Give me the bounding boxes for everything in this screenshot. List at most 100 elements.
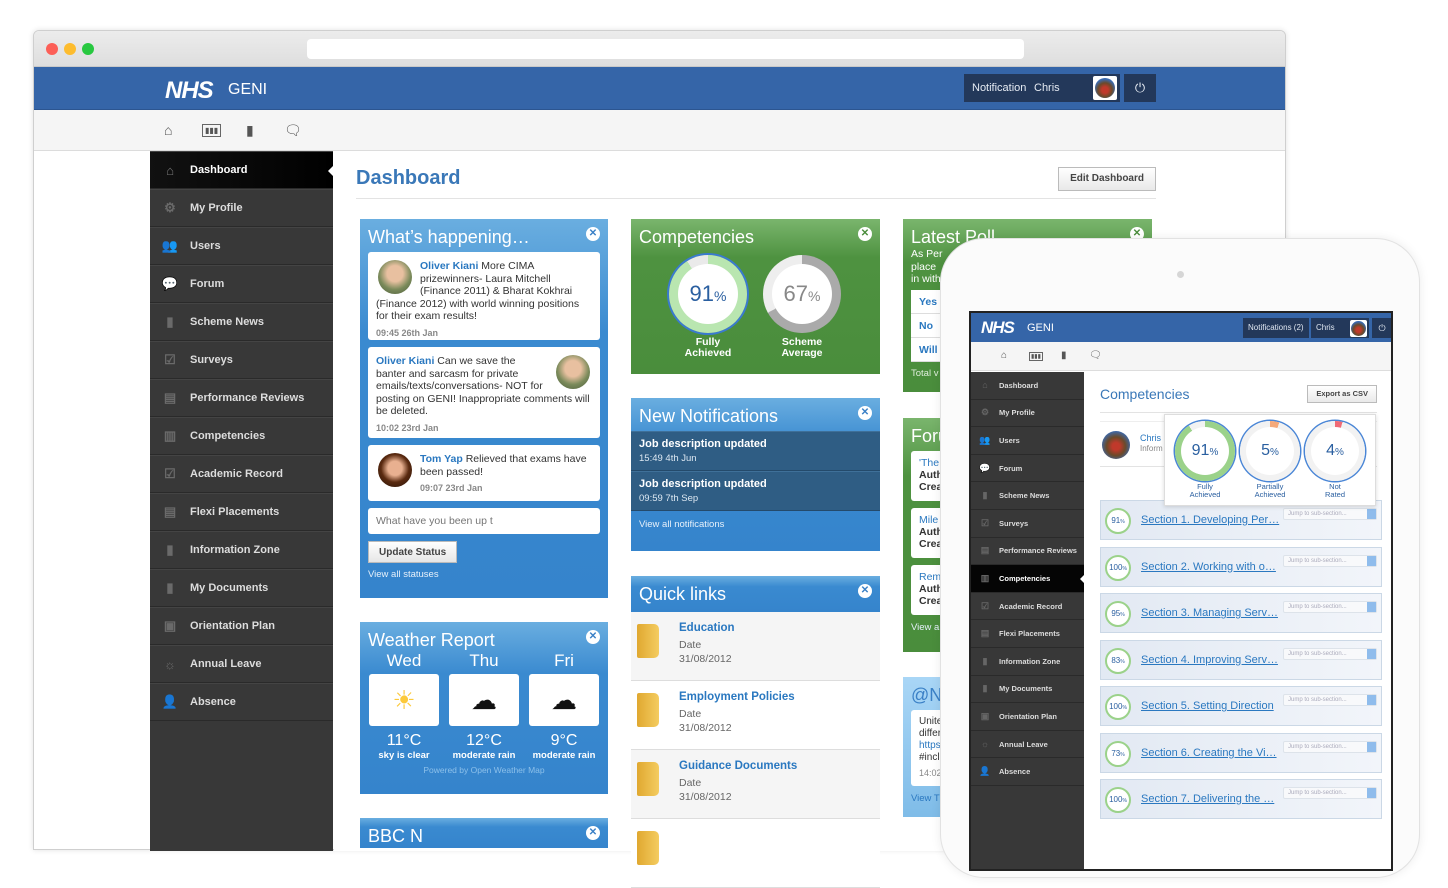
jump-to-subsection-select[interactable]: Jump to sub-section... [1283,647,1377,660]
tablet-sidebar-item-performance-reviews[interactable]: ▤ Performance Reviews [971,538,1084,566]
book-icon[interactable]: ▮ [246,122,254,139]
gauge-unit: % [714,288,727,304]
sidebar-item-orientation-plan[interactable]: ▣ Orientation Plan [150,607,333,645]
tablet-sidebar-item-academic-record[interactable]: ☑ Academic Record [971,593,1084,621]
tablet-sidebar-item-dashboard[interactable]: ⌂ Dashboard [971,372,1084,400]
home-icon[interactable]: ⌂ [164,122,172,138]
quick-link-name[interactable]: Employment Policies [679,691,795,703]
tablet-sidebar-item-users[interactable]: 👥 Users [971,427,1084,455]
user-name[interactable]: Chris [1140,433,1161,443]
update-status-button[interactable]: Update Status [368,541,458,563]
sidebar-item-absence[interactable]: 👤 Absence [150,683,333,721]
section-link[interactable]: Section 4. Improving Serv… [1141,654,1278,666]
close-icon[interactable]: ✕ [858,406,872,420]
book-icon: ▮ [982,683,988,694]
jump-to-subsection-select[interactable]: Jump to sub-section... [1283,740,1377,753]
chat-icon[interactable]: 🗨 [1089,350,1102,361]
close-icon[interactable]: ✕ [858,584,872,598]
day-name: Wed [386,651,422,670]
section-link[interactable]: Section 3. Managing Serv… [1141,607,1278,619]
chat-icon[interactable]: 🗨 [284,122,302,139]
jump-to-subsection-select[interactable]: Jump to sub-section... [1283,601,1377,613]
sidebar-item-my-documents[interactable]: ▮ My Documents [150,569,333,607]
section-link[interactable]: Section 1. Developing Per… [1141,514,1279,526]
add-user-icon: 👤 [161,694,179,709]
section-link[interactable]: Section 6. Creating the Vi… [1141,747,1277,759]
edit-dashboard-button[interactable]: Edit Dashboard [1058,167,1156,191]
tablet-sidebar-item-orientation-plan[interactable]: ▣ Orientation Plan [971,703,1084,731]
sidebar-item-surveys[interactable]: ☑ Surveys [150,341,333,379]
user-menu-button[interactable]: Chris [1026,74,1120,102]
close-icon[interactable]: ✕ [586,227,600,241]
power-icon[interactable]: ⏻ [1124,74,1156,102]
minimize-window-button[interactable] [64,43,76,55]
sidebar-item-information-zone[interactable]: ▮ Information Zone [150,531,333,569]
status-input[interactable] [368,508,600,534]
tablet-sidebar-item-surveys[interactable]: ☑ Surveys [971,510,1084,538]
close-icon[interactable]: ✕ [858,227,872,241]
book-icon[interactable]: ▮ [1061,350,1067,361]
sidebar-item-scheme-news[interactable]: ▮ Scheme News [150,303,333,341]
post-author[interactable]: Oliver Kiani [376,355,434,367]
user-menu-button[interactable]: Chris [1311,318,1369,338]
power-icon[interactable]: ⏻ [1372,318,1391,338]
home-icon[interactable]: ⌂ [1001,350,1007,361]
post-author[interactable]: Oliver Kiani [420,260,478,272]
sidebar-item-annual-leave[interactable]: ☼ Annual Leave [150,645,333,683]
sidebar-item-performance-reviews[interactable]: ▤ Performance Reviews [150,379,333,417]
maximize-window-button[interactable] [82,43,94,55]
quick-link-item[interactable]: Education Date 31/08/2012 [631,612,880,681]
tablet-sidebar-item-absence[interactable]: 👤 Absence [971,758,1084,786]
tablet-sidebar-item-information-zone[interactable]: ▮ Information Zone [971,648,1084,676]
tablet-sidebar-item-my-documents[interactable]: ▮ My Documents [971,676,1084,704]
jump-to-subsection-select[interactable]: Jump to sub-section... [1283,554,1377,567]
view-all-notifications-link[interactable]: View all notifications [631,511,880,536]
close-icon[interactable]: ✕ [586,630,600,644]
sidebar-item-my-profile[interactable]: ⚙ My Profile [150,189,333,227]
sidebar-item-academic-record[interactable]: ☑ Academic Record [150,455,333,493]
jump-to-subsection-select[interactable]: Jump to sub-section... [1283,508,1377,520]
sidebar-item-flexi-placements[interactable]: ▤ Flexi Placements [150,493,333,531]
powered-by-text[interactable]: Powered by Open Weather Map [360,765,608,775]
section-link[interactable]: Section 5. Setting Direction [1141,700,1274,712]
tablet-sidebar-item-competencies[interactable]: ▥ Competencies [971,565,1084,593]
quick-link-item[interactable]: Employment Policies Date 31/08/2012 [631,681,880,750]
weather-day: Thu ☁ 12°C moderate rain [449,651,519,761]
jump-to-subsection-select[interactable]: Jump to sub-section... [1283,694,1377,706]
tablet-sidebar-item-forum[interactable]: 💬 Forum [971,455,1084,483]
quick-link-name[interactable]: Guidance Documents [679,760,797,772]
notifications-widget: New Notifications ✕ Job description upda… [631,398,880,551]
post-author[interactable]: Tom Yap [420,453,463,465]
sidebar-item-label: Scheme News [999,491,1050,501]
close-window-button[interactable] [46,43,58,55]
jump-to-subsection-select[interactable]: Jump to sub-section... [1283,787,1377,799]
quick-link-item[interactable] [631,819,880,888]
notifications-button[interactable]: Notifications (2) [1243,318,1309,338]
close-icon[interactable]: ✕ [586,826,600,840]
sidebar-item-label: Surveys [999,518,1029,528]
chart-icon[interactable]: ▮▮▮ [202,124,222,137]
quick-link-name[interactable]: Education [679,622,735,634]
tablet-sidebar-item-annual-leave[interactable]: ☼ Annual Leave [971,731,1084,759]
notification-item[interactable]: Job description updated 09:59 7th Sep [631,471,880,511]
sidebar-item-label: Scheme News [190,316,264,328]
quick-link-item[interactable]: Guidance Documents Date 31/08/2012 [631,750,880,819]
sidebar-item-dashboard[interactable]: ⌂ Dashboard [150,151,333,189]
export-csv-button[interactable]: Export as CSV [1307,385,1377,403]
chart-icon[interactable]: ▮▮▮ [1029,352,1043,361]
notification-title: Job description updated [639,478,767,490]
tablet-sidebar-item-scheme-news[interactable]: ▮ Scheme News [971,482,1084,510]
sidebar-item-competencies[interactable]: ▥ Competencies [150,417,333,455]
sidebar-item-users[interactable]: 👥 Users [150,227,333,265]
tablet-sidebar-item-flexi-placements[interactable]: ▤ Flexi Placements [971,620,1084,648]
section-link[interactable]: Section 2. Working with o… [1141,561,1276,573]
sidebar-item-forum[interactable]: 💬 Forum [150,265,333,303]
nhs-logo[interactable]: NHS [981,318,1015,338]
view-all-statuses-link[interactable]: View all statuses [360,563,608,586]
nhs-logo[interactable]: NHS [165,77,214,105]
tablet-sidebar-item-my-profile[interactable]: ⚙ My Profile [971,400,1084,428]
quick-icon-bar: ⌂ ▮▮▮ ▮ 🗨 [34,110,1285,151]
notification-item[interactable]: Job description updated 15:49 4th Jun [631,431,880,471]
address-bar[interactable] [307,39,1024,59]
section-link[interactable]: Section 7. Delivering the … [1141,793,1274,805]
